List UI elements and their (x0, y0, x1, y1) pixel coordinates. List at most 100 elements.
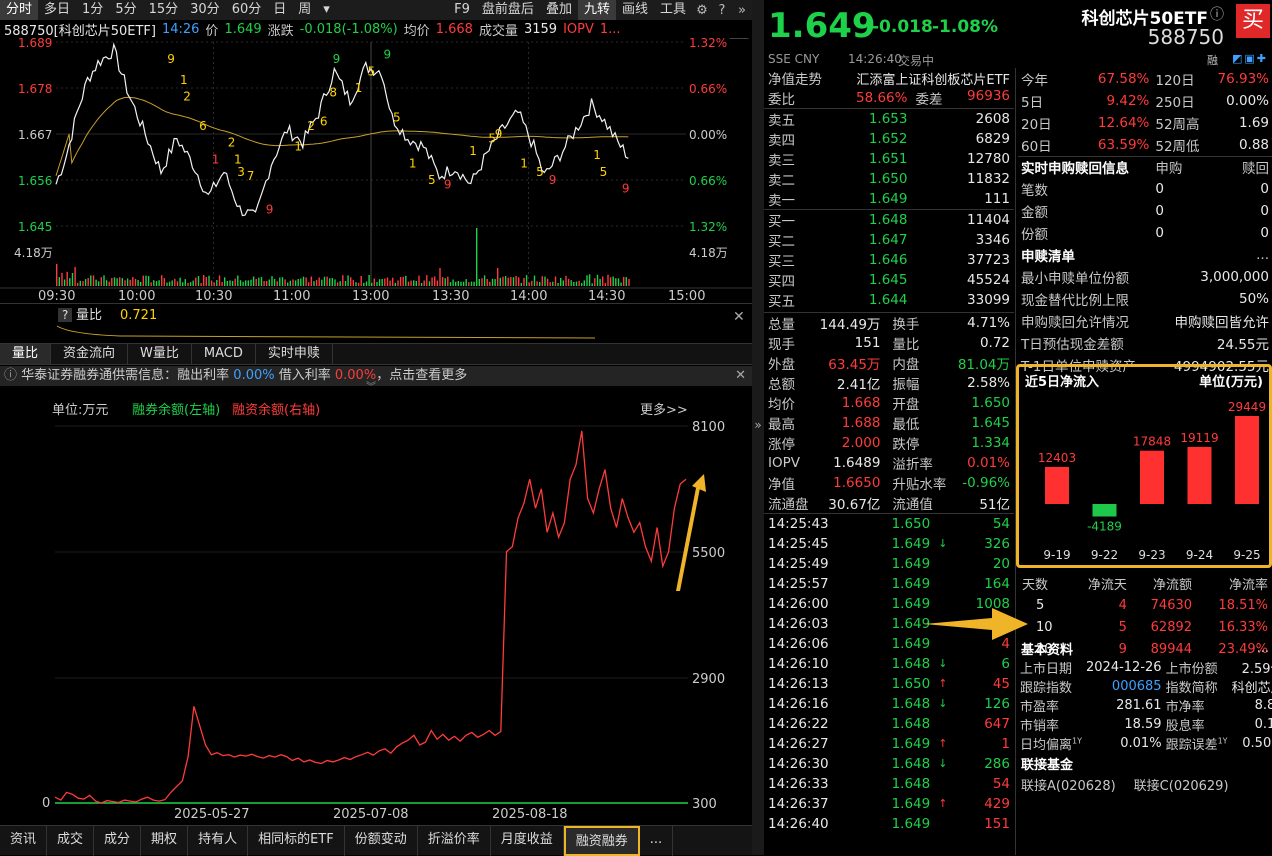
bottom-tab[interactable]: 相同标的ETF (248, 826, 345, 856)
flow-col-header: 净流率 (1196, 572, 1272, 594)
volume-bar (148, 276, 149, 286)
td-sequential-label: 5 (393, 111, 401, 125)
bid-level[interactable]: 买五1.64433099 (764, 290, 1014, 310)
realtime-row: 笔数00 (1018, 178, 1272, 200)
toolbar-tool[interactable]: 盘前盘后 (476, 0, 540, 20)
period-tab[interactable]: 分时 (0, 0, 38, 20)
basic-value: 2024-12-26 (1084, 658, 1164, 677)
volume-bar (618, 278, 619, 286)
nav-trend-label[interactable]: 净值走势 (764, 68, 833, 88)
period-tab[interactable]: 日 (267, 0, 292, 20)
indicator-tab[interactable]: 实时申赎 (256, 344, 333, 364)
indicator-tab[interactable]: W量比 (128, 344, 192, 364)
buy-button[interactable]: 买 (1236, 4, 1270, 38)
close-icon[interactable]: ✕ (735, 366, 746, 386)
y-tick-left: 1.645 (18, 220, 52, 234)
perf-value: 76.93% (1208, 68, 1272, 90)
volume-bar (72, 273, 73, 286)
toolbar-tool[interactable]: 工具 (654, 0, 692, 20)
basic-value[interactable]: 000685 (1084, 677, 1164, 696)
period-tab[interactable]: 30分 (184, 0, 226, 20)
stat-value: 30.67亿 (814, 493, 885, 513)
net-inflow-bar (1140, 451, 1164, 504)
td-sequential-label: 5 (536, 165, 544, 179)
stat-label: 现手 (764, 333, 814, 353)
link-fund-c[interactable]: 联接C(020629) (1134, 775, 1229, 794)
indicator-tab[interactable]: 资金流向 (51, 344, 128, 364)
wb-value: 58.66% (833, 88, 911, 109)
bottom-tab[interactable]: 月度收益 (491, 826, 564, 856)
ask-level[interactable]: 卖一1.649111 (764, 189, 1014, 210)
bottom-tab[interactable]: ... (640, 826, 673, 856)
help-icon[interactable]: ? (62, 308, 68, 322)
volume-bar (487, 279, 488, 286)
link-fund-a[interactable]: 联接A(020628) (1021, 775, 1116, 794)
bid-level[interactable]: 买二1.6473346 (764, 230, 1014, 250)
period-tab[interactable]: 1分 (76, 0, 109, 20)
bottom-tab[interactable]: 份额变动 (345, 826, 418, 856)
tool-icons[interactable]: ◩▣✚ (1232, 52, 1268, 65)
period-tab[interactable]: 60分 (226, 0, 268, 20)
toolbar-tool[interactable]: 叠加 (540, 0, 578, 20)
volume-bar (408, 282, 409, 286)
toolbar-tool[interactable]: F9 (448, 0, 476, 20)
double-chevron-right-icon[interactable]: » (732, 3, 752, 18)
close-icon[interactable]: ✕ (733, 309, 745, 325)
volume-bar (573, 282, 574, 286)
td-sequential-label: 1 (294, 140, 302, 154)
ask-level[interactable]: 卖四1.6526829 (764, 129, 1014, 149)
unit-label: 单位:万元 (52, 403, 108, 418)
volume-bar (571, 280, 572, 286)
x-tick: 14:30 (588, 289, 625, 303)
bottom-tab[interactable]: 成交 (47, 826, 94, 856)
tick-time: 14:26:30 (764, 754, 865, 774)
more-icon[interactable]: ... (1208, 244, 1272, 266)
creation-value: 3,000,000 (1152, 266, 1272, 288)
legend-short-balance[interactable]: 融券余额(左轴) (132, 402, 220, 418)
help-icon[interactable]: ? (712, 3, 732, 18)
creation-label: 现金替代比例上限 (1018, 288, 1152, 310)
indicator-tab[interactable]: MACD (192, 344, 256, 364)
stat-label: 溢折率 (884, 453, 952, 473)
info-icon[interactable]: ⓘ (1210, 4, 1224, 24)
ask-level[interactable]: 卖五1.6532608 (764, 109, 1014, 130)
volume-bar (471, 282, 472, 286)
indicator-tab[interactable]: 量比 (0, 344, 51, 364)
stat-value: 4.71% (952, 313, 1014, 334)
ask-level[interactable]: 卖三1.65112780 (764, 149, 1014, 169)
bottom-tab[interactable]: 资讯 (0, 826, 47, 856)
period-tab[interactable]: ▾ (317, 0, 336, 20)
toolbar-tool[interactable]: 九转 (578, 0, 616, 20)
volume-bar (576, 282, 577, 286)
margin-balance-chart[interactable]: 单位:万元融券余额(左轴)融资余额(右轴)更多>>810055002900300… (0, 386, 752, 825)
volume-bar (256, 279, 257, 286)
flow-row: 547463018.51% (1018, 594, 1272, 616)
bid-level[interactable]: 买一1.64811404 (764, 210, 1014, 231)
tick-time: 14:26:13 (764, 674, 865, 694)
volume-ratio-chart: ? 量比 0.721 ✕ (0, 304, 752, 344)
bottom-tab[interactable]: 持有人 (188, 826, 248, 856)
period-tab[interactable]: 周 (292, 0, 317, 20)
bottom-tab[interactable]: 融资融券 (564, 826, 640, 856)
toolbar-tool[interactable]: 画线 (616, 0, 654, 20)
intraday-chart[interactable]: 1.6891.6781.6671.6561.6451.32%0.66%0.00%… (0, 38, 752, 303)
more-link[interactable]: 更多>> (640, 402, 688, 418)
bottom-tab[interactable]: 期权 (141, 826, 188, 856)
period-tab[interactable]: 5分 (109, 0, 142, 20)
bid-level[interactable]: 买四1.64545524 (764, 270, 1014, 290)
ask-level[interactable]: 卖二1.65011832 (764, 169, 1014, 189)
panel-splitter[interactable]: » (752, 0, 764, 855)
y-tick-right: 0.66% (689, 82, 727, 96)
period-tab[interactable]: 15分 (143, 0, 185, 20)
period-tab[interactable]: 多日 (38, 0, 76, 20)
collapse-icon[interactable]: » (752, 418, 764, 432)
legend-long-balance[interactable]: 融资余额(右轴) (232, 402, 320, 418)
more-icon[interactable]: ... (1257, 641, 1269, 656)
bid-level[interactable]: 买三1.64637723 (764, 250, 1014, 270)
gear-icon[interactable]: ⚙ (692, 3, 712, 18)
bottom-tab[interactable]: 成分 (94, 826, 141, 856)
volume-bar (395, 283, 396, 286)
volume-bar (563, 281, 564, 287)
margin-notice-bar[interactable]: ⓘ 华泰证券融券通供需信息：融出利率 0.00% 借入利率 0.00%，点击查看… (0, 366, 752, 386)
bottom-tab[interactable]: 折溢价率 (418, 826, 491, 856)
